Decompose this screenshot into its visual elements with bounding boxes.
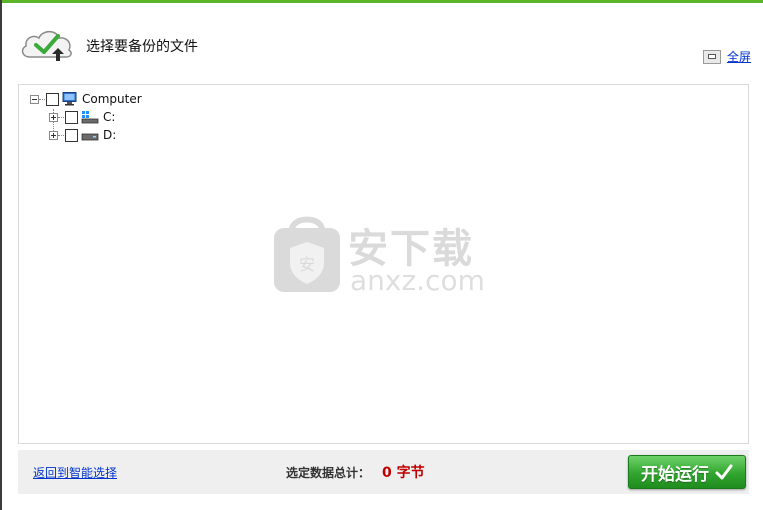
tree-node-c-drive[interactable]: C: xyxy=(49,109,115,125)
computer-checkbox[interactable] xyxy=(46,92,59,106)
computer-icon xyxy=(62,92,77,106)
watermark: 安 安下载 anxz.com xyxy=(272,212,492,297)
d-drive-checkbox[interactable] xyxy=(65,128,78,142)
start-run-button[interactable]: 开始运行 xyxy=(628,455,746,489)
tree-node-label: D: xyxy=(103,128,117,142)
tree-node-d-drive[interactable]: D: xyxy=(49,127,116,143)
fullscreen-icon xyxy=(702,49,721,64)
cloud-backup-icon xyxy=(21,30,72,61)
shield-bag-icon: 安 xyxy=(274,216,340,292)
total-label: 选定数据总计： xyxy=(286,466,371,480)
tree-node-computer[interactable]: Computer xyxy=(30,91,142,107)
page-title: 选择要备份的文件 xyxy=(86,39,198,55)
expand-toggle[interactable] xyxy=(49,112,58,122)
expand-toggle[interactable] xyxy=(49,130,58,140)
watermark-url: anxz.com xyxy=(350,264,485,297)
fullscreen-link[interactable]: 全屏 xyxy=(727,48,751,65)
svg-text:安: 安 xyxy=(299,255,315,274)
tree-node-label: C: xyxy=(103,110,116,124)
fullscreen-button[interactable]: 全屏 xyxy=(702,48,751,65)
checkmark-icon xyxy=(715,464,733,480)
c-drive-checkbox[interactable] xyxy=(65,110,78,124)
drive-icon xyxy=(81,133,99,141)
system-drive-icon xyxy=(81,111,99,124)
total-value: 0 字节 xyxy=(382,465,425,481)
header: 选择要备份的文件 全屏 xyxy=(0,3,763,81)
collapse-toggle[interactable] xyxy=(30,94,39,104)
back-to-smart-select-link[interactable]: 返回到智能选择 xyxy=(33,464,117,481)
footer-bar: 返回到智能选择 选定数据总计： 0 字节 开始运行 xyxy=(18,450,749,494)
start-button-label: 开始运行 xyxy=(641,464,709,485)
tree-node-label: Computer xyxy=(82,92,142,106)
